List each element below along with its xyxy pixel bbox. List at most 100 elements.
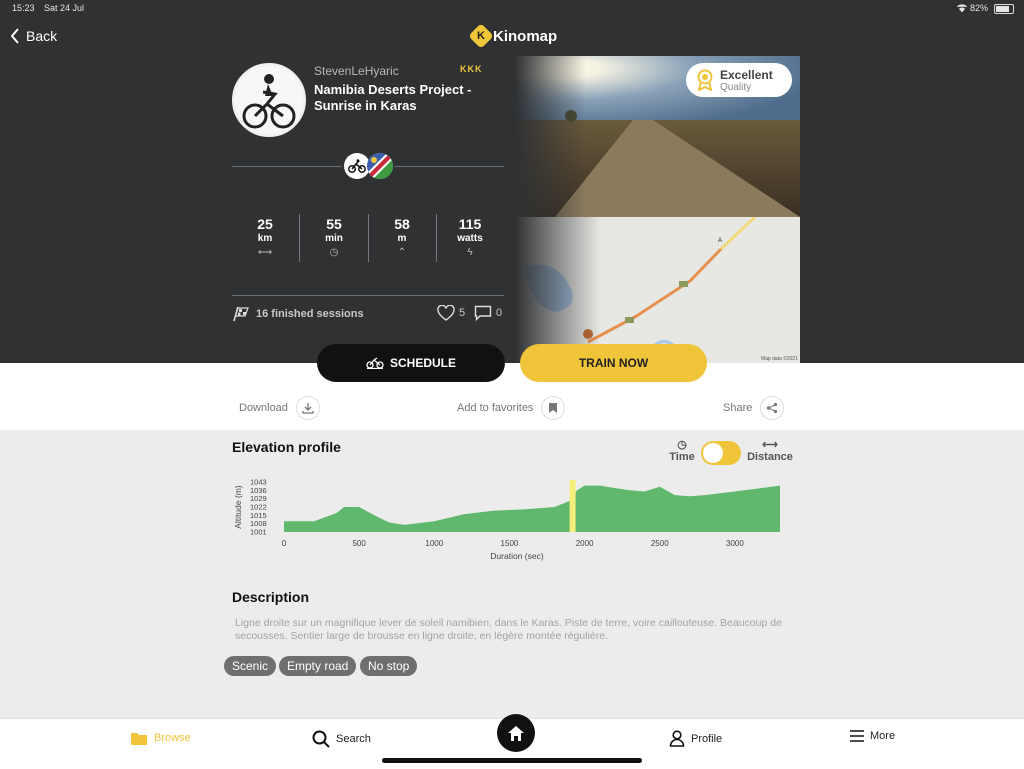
time-label: Time [669,451,695,463]
distance-icon: ⟷ [762,439,778,451]
share-icon [760,396,785,420]
route-map[interactable]: A Map data ©2021 [515,217,800,363]
menu-icon [850,730,864,742]
route-title: Namibia Deserts Project - Sunrise in Kar… [314,82,472,113]
status-time: 15:23 [12,3,35,13]
clock-icon: ◷ [329,247,339,258]
stat-unit: km [257,233,273,244]
x-tick-label: 2500 [651,539,669,548]
x-axis-label: Duration (sec) [490,551,544,561]
checkered-flag-icon [233,306,249,322]
comments-count: 0 [496,307,503,319]
home-button[interactable] [497,714,535,752]
tag-chip[interactable]: No stop [360,656,418,676]
share-button[interactable]: Share [723,396,785,420]
award-icon [697,69,713,91]
train-now-label: TRAIN NOW [578,356,649,370]
x-tick-label: 0 [282,539,287,548]
logo-mark: K [468,23,494,49]
finished-sessions[interactable]: 16 finished sessions [232,306,364,322]
cyclist-photo-icon [235,66,303,134]
tab-browse-label: Browse [154,732,191,744]
home-icon [508,725,524,741]
home-indicator [382,758,642,763]
quality-subtitle: Quality [720,81,752,93]
comment-icon [474,305,492,321]
stat-unit: watts [457,233,483,244]
author-avatar[interactable] [232,63,306,137]
stat-value: 55 [326,216,342,232]
stat-power: 115 watts ϟ [436,216,504,258]
x-tick-label: 1500 [501,539,519,548]
status-date: Sat 24 Jul [44,3,85,13]
y-axis-label: Altitude (m) [233,485,243,529]
stat-value: 25 [257,216,273,232]
wifi-icon [956,3,968,14]
time-option[interactable]: ◷ Time [668,438,696,463]
logo-letter: K [477,29,485,42]
stat-unit: m [397,233,407,244]
add-to-favorites-button[interactable]: Add to favorites [457,396,566,420]
comments-button[interactable]: 0 [474,305,502,321]
stat-elevation: 58 m ⌃ [368,216,436,258]
x-tick-label: 500 [352,539,366,548]
stat-distance: 25 km ⟷ [231,216,299,258]
sessions-label: 16 finished sessions [256,308,364,320]
elevation-title: Elevation profile [232,439,341,455]
folder-icon [131,733,147,745]
download-icon [295,396,320,420]
distance-label: Distance [747,451,793,463]
description-title: Description [232,589,310,605]
time-distance-toggle[interactable] [701,441,741,465]
favorites-label: Add to favorites [457,402,534,414]
y-tick-label: 1001 [250,528,267,537]
namibia-flag-icon [367,153,393,179]
battery-percent: 82% [970,3,989,13]
bolt-icon: ϟ [467,247,473,258]
user-icon [669,730,685,747]
divider [232,166,342,167]
stat-unit: min [325,233,343,244]
tab-more[interactable]: More [850,730,895,742]
bookmark-icon [541,396,566,420]
stat-value: 58 [394,216,410,232]
tab-search[interactable]: Search [312,730,371,748]
description-text: Ligne droite sur un magnifique lever de … [235,617,782,642]
elevation-area [284,485,780,532]
distance-icon: ⟷ [257,247,273,258]
divider [394,166,504,167]
share-label: Share [723,402,753,414]
current-position-marker [569,480,576,532]
tab-browse[interactable]: Browse [130,730,191,746]
back-button[interactable]: Back [10,28,57,44]
distance-option[interactable]: ⟷ Distance [746,438,794,463]
author-name[interactable]: StevenLeHyaric [314,64,399,78]
route-hero [0,56,1024,363]
schedule-button[interactable]: SCHEDULE [317,344,505,382]
stat-value: 115 [458,216,482,232]
tab-profile[interactable]: Profile [669,730,722,747]
schedule-label: SCHEDULE [389,356,456,370]
x-tick-label: 3000 [726,539,744,548]
tag-chip[interactable]: Scenic [224,656,277,676]
x-tick-label: 1000 [425,539,443,548]
clock-icon: ◷ [677,439,687,451]
kinomap-logo: K Kinomap [468,23,558,49]
app-name: Kinomap [493,27,558,45]
elevation-icon: ⌃ [397,247,407,258]
tab-more-label: More [870,730,896,742]
quality-title: Excellent [720,67,773,82]
download-button[interactable]: Download [239,396,320,420]
train-now-button[interactable]: TRAIN NOW [520,344,707,382]
back-label: Back [26,28,58,44]
x-tick-label: 2000 [576,539,594,548]
battery-icon [994,4,1014,14]
toggle-knob [703,443,723,463]
search-icon [312,730,330,748]
chevron-left-icon [10,28,19,44]
like-button[interactable]: 5 [437,305,465,321]
tag-chip[interactable]: Empty road [279,656,357,676]
likes-count: 5 [459,307,466,319]
tab-profile-label: Profile [691,732,723,745]
download-label: Download [239,402,288,414]
